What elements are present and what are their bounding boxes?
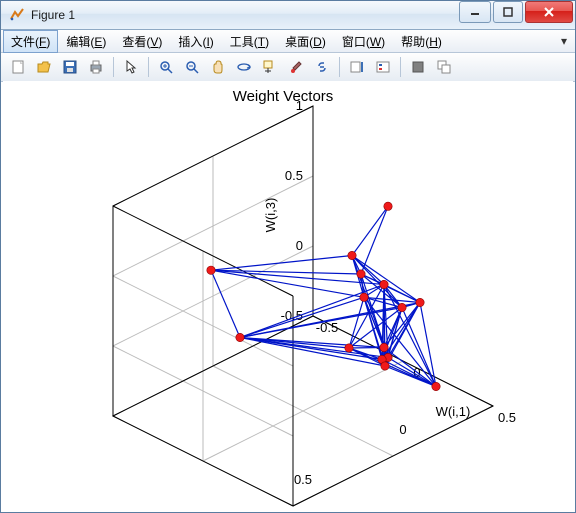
showplottools-button[interactable] — [432, 55, 456, 79]
brush-button[interactable] — [284, 55, 308, 79]
svg-text:0.5: 0.5 — [294, 472, 312, 487]
new-figure-button[interactable] — [6, 55, 30, 79]
menu-window[interactable]: 窗口(W) — [334, 30, 393, 53]
minimize-button[interactable] — [459, 1, 491, 23]
menu-desktop[interactable]: 桌面(D) — [277, 30, 334, 53]
print-button[interactable] — [84, 55, 108, 79]
menu-edit[interactable]: 编辑(E) — [58, 30, 114, 53]
window-title: Figure 1 — [31, 8, 459, 22]
menu-insert[interactable]: 插入(I) — [170, 30, 221, 53]
legend-button[interactable] — [371, 55, 395, 79]
zoom-in-button[interactable] — [154, 55, 178, 79]
link-button[interactable] — [310, 55, 334, 79]
plot-area[interactable]: -0.500.51-0.500.500.51W(i,3)W(i,1)W(i,2)… — [3, 81, 573, 510]
hideplottools-button[interactable] — [406, 55, 430, 79]
close-button[interactable] — [525, 1, 573, 23]
rotate3d-button[interactable] — [232, 55, 256, 79]
save-button[interactable] — [58, 55, 82, 79]
titlebar[interactable]: Figure 1 — [1, 1, 575, 30]
svg-text:0: 0 — [399, 422, 406, 437]
matlab-figure-icon — [9, 7, 25, 23]
svg-text:0: 0 — [296, 238, 303, 253]
menu-overflow-icon[interactable]: ▾ — [561, 34, 567, 48]
figure-window: Figure 1 文件(F) 编辑(E) 查看(V) 插入(I) 工具(T) 桌… — [0, 0, 576, 513]
open-button[interactable] — [32, 55, 56, 79]
menu-file[interactable]: 文件(F) — [3, 30, 58, 53]
svg-text:Weight Vectors: Weight Vectors — [233, 88, 334, 105]
plot-3d: -0.500.51-0.500.500.51W(i,3)W(i,1)W(i,2)… — [3, 81, 573, 511]
svg-text:W(i,1): W(i,1) — [436, 404, 471, 419]
svg-text:0.5: 0.5 — [285, 168, 303, 183]
pointer-button[interactable] — [119, 55, 143, 79]
toolbar — [1, 53, 575, 82]
menubar: 文件(F) 编辑(E) 查看(V) 插入(I) 工具(T) 桌面(D) 窗口(W… — [1, 30, 575, 53]
menu-tools[interactable]: 工具(T) — [222, 30, 277, 53]
menu-view[interactable]: 查看(V) — [114, 30, 170, 53]
pan-button[interactable] — [206, 55, 230, 79]
svg-text:0.5: 0.5 — [498, 410, 516, 425]
maximize-button[interactable] — [493, 1, 523, 23]
datacursor-button[interactable] — [258, 55, 282, 79]
menu-help[interactable]: 帮助(H) — [393, 30, 450, 53]
svg-text:W(i,3): W(i,3) — [263, 198, 278, 233]
zoom-out-button[interactable] — [180, 55, 204, 79]
colorbar-button[interactable] — [345, 55, 369, 79]
